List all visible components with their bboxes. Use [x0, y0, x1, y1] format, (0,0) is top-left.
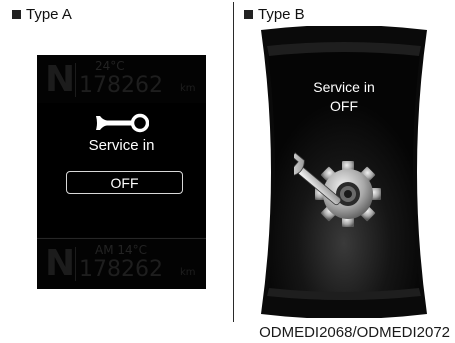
panel-divider — [233, 2, 234, 322]
square-bullet-icon — [244, 10, 253, 19]
type-a-display: N 24°C 178262 km Service in OFF N AM 14°… — [37, 55, 206, 289]
ghost-odometer: 178262 — [79, 73, 163, 98]
ghost-temperature: AM 14°C — [95, 243, 148, 257]
type-b-display: Service in OFF — [257, 26, 431, 318]
ghost-trip-info-top: N 24°C 178262 km — [37, 55, 206, 105]
ghost-separator — [75, 247, 76, 281]
ghost-temperature: 24°C — [95, 59, 125, 73]
caption-type-b-label: Type B — [258, 6, 305, 23]
ghost-odometer-unit: km — [180, 83, 196, 94]
wrench-icon — [96, 113, 149, 133]
ghost-odometer: 178262 — [79, 257, 163, 282]
figure-code: ODMEDI2068/ODMEDI2072 — [259, 324, 450, 341]
service-off-box: OFF — [66, 171, 183, 194]
service-off-label: OFF — [110, 174, 139, 191]
service-in-label: Service in — [313, 79, 375, 95]
caption-type-b: Type B — [244, 6, 305, 23]
ghost-gear-indicator: N — [45, 243, 76, 284]
caption-type-a: Type A — [12, 6, 72, 23]
ghost-odometer-unit: km — [180, 267, 196, 278]
ghost-separator — [75, 63, 76, 97]
gear-wrench-icon — [294, 152, 381, 227]
service-off-label: OFF — [330, 98, 358, 114]
service-in-label: Service in — [88, 137, 155, 154]
ghost-trip-info-bottom: N AM 14°C 178262 km — [37, 238, 206, 289]
caption-type-a-label: Type A — [26, 6, 72, 23]
service-in-message: Service in OFF — [257, 78, 431, 116]
ghost-gear-indicator: N — [45, 59, 76, 100]
square-bullet-icon — [12, 10, 21, 19]
